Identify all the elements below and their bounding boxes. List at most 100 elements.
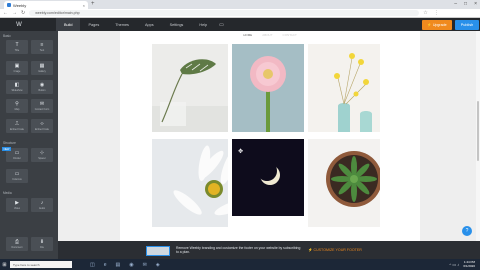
- element-label: Video: [13, 206, 21, 210]
- image-icon: ▣: [14, 62, 20, 69]
- document-icon: ⎙: [14, 238, 19, 245]
- new-tab-button[interactable]: +: [91, 1, 95, 7]
- weebly-logo-icon[interactable]: W: [12, 18, 26, 31]
- minimize-button[interactable]: –: [454, 1, 457, 7]
- succulent-image: [326, 151, 380, 207]
- file-explorer-icon[interactable]: ▤: [116, 262, 121, 268]
- columns-icon: ▭: [14, 170, 20, 177]
- canvas-scrollbar[interactable]: [476, 31, 480, 241]
- element-title[interactable]: T Title: [6, 40, 28, 54]
- menu-apps[interactable]: Apps: [137, 18, 162, 31]
- title-icon: T: [15, 41, 19, 48]
- publish-button[interactable]: Publish: [455, 19, 479, 30]
- element-slideshow[interactable]: ◧ Slideshow: [6, 80, 28, 94]
- weebly-favicon-icon: [7, 3, 11, 7]
- element-embed-code[interactable]: ‹› Embed Code: [31, 119, 53, 133]
- edge-icon[interactable]: e: [104, 262, 107, 268]
- element-label: Text: [39, 48, 45, 52]
- new-badge: NEW: [2, 147, 11, 151]
- windows-start-icon[interactable]: ⊞: [0, 259, 9, 270]
- browser-menu-icon[interactable]: ⋮: [434, 10, 439, 16]
- task-view-icon[interactable]: ◫: [90, 262, 95, 268]
- element-audio[interactable]: ♪ Audio: [31, 198, 53, 212]
- address-bar-row: ← → ↻ weebly.com/editor/main.php ☆ ⋮: [0, 9, 480, 18]
- section-media-label: Media: [3, 191, 12, 195]
- element-spacer[interactable]: ⊹ Spacer: [31, 148, 53, 162]
- section-basic-label: Basic: [3, 34, 11, 38]
- element-contact-form[interactable]: ✉ Contact Form: [31, 99, 53, 113]
- element-image[interactable]: ▣ Image: [6, 61, 28, 75]
- yellow-flowers-image: [334, 53, 372, 132]
- site-navigation: HOME ABOUT CONTACT: [200, 33, 340, 39]
- element-label: File: [40, 245, 44, 249]
- element-map[interactable]: ⚲ Map: [6, 99, 28, 113]
- element-video[interactable]: ▶ Video: [6, 198, 28, 212]
- gallery-photo-yellow-buttons[interactable]: [308, 44, 380, 132]
- svg-text:✥: ✥: [238, 148, 243, 155]
- menu-pages[interactable]: Pages: [80, 18, 107, 31]
- store-icon[interactable]: ◈: [156, 262, 160, 268]
- embed-icon: ⎍: [15, 120, 19, 127]
- device-preview-icon[interactable]: ▭: [219, 22, 224, 28]
- browser-tab[interactable]: Weebly ×: [4, 1, 88, 9]
- gallery-photo-succulent[interactable]: [308, 139, 380, 227]
- slideshow-icon: ◧: [14, 81, 20, 88]
- element-label: Divider: [13, 156, 21, 160]
- map-icon: ⚲: [15, 100, 19, 107]
- gallery-photo-crescent-moon[interactable]: ✥: [232, 139, 304, 216]
- divider-icon: ▭: [14, 149, 20, 156]
- moon-image: ✥: [232, 139, 304, 216]
- menu-help[interactable]: Help: [191, 18, 215, 31]
- audio-icon: ♪: [40, 199, 44, 206]
- element-label: Embed Code: [10, 127, 24, 131]
- element-text[interactable]: ≡ Text: [31, 40, 53, 54]
- browser-tab-strip: Weebly × + – □ ×: [0, 0, 480, 9]
- site-nav-about[interactable]: ABOUT: [262, 33, 272, 39]
- menu-build[interactable]: Build: [56, 18, 81, 31]
- gallery-photo-white-daisy[interactable]: [152, 139, 228, 227]
- gallery-photo-pink-gerbera[interactable]: [232, 44, 304, 132]
- editor-menu: Build Pages Themes Apps Settings Help: [56, 18, 215, 31]
- customize-footer-link[interactable]: ⚡ CUSTOMIZE YOUR FOOTER: [308, 248, 362, 252]
- contact-form-icon: ✉: [39, 100, 45, 107]
- tray-icons[interactable]: ^ ▭ ♪: [449, 262, 459, 267]
- tab-title: Weebly: [13, 2, 27, 8]
- close-window-button[interactable]: ×: [474, 1, 477, 7]
- scrollbar-thumb[interactable]: [477, 101, 479, 161]
- element-label: Audio: [38, 206, 46, 210]
- element-gallery[interactable]: ▦ Gallery: [31, 61, 53, 75]
- clock[interactable]: 1:44 PM 6/1/2020: [463, 260, 475, 268]
- element-file[interactable]: ⬇ File: [31, 237, 53, 251]
- site-nav-contact[interactable]: CONTACT: [283, 33, 297, 39]
- element-embed-1[interactable]: ⎍ Embed Code: [6, 119, 28, 133]
- reload-icon[interactable]: ↻: [21, 10, 25, 16]
- url-field[interactable]: weebly.com/editor/main.php: [29, 10, 420, 16]
- upgrade-button[interactable]: ⚡ Upgrade: [422, 19, 452, 30]
- element-label: Image: [13, 69, 21, 73]
- button-icon: ◉: [39, 81, 45, 88]
- element-columns[interactable]: ▭ Columns: [6, 169, 28, 183]
- chrome-icon[interactable]: ◉: [129, 262, 133, 268]
- video-icon: ▶: [15, 199, 19, 206]
- code-icon: ‹›: [40, 120, 44, 127]
- element-document[interactable]: ⎙ Document: [6, 237, 28, 251]
- monstera-leaf-image: [152, 59, 228, 132]
- tab-close-icon[interactable]: ×: [83, 3, 85, 8]
- back-icon[interactable]: ←: [3, 10, 8, 16]
- menu-themes[interactable]: Themes: [107, 18, 137, 31]
- banner-text: Remove Weebly branding and customize the…: [176, 246, 301, 255]
- bookmark-star-icon[interactable]: ☆: [423, 10, 427, 16]
- editor-topbar: W Build Pages Themes Apps Settings Help …: [0, 18, 480, 31]
- help-icon[interactable]: ?: [462, 226, 472, 236]
- taskbar-search-input[interactable]: Type here to search: [10, 261, 72, 268]
- mail-icon[interactable]: ✉: [143, 262, 147, 268]
- maximize-button[interactable]: □: [464, 1, 467, 7]
- element-button[interactable]: ◉ Button: [31, 80, 53, 94]
- forward-icon[interactable]: →: [12, 10, 17, 16]
- site-nav-home[interactable]: HOME: [243, 33, 252, 39]
- menu-settings[interactable]: Settings: [162, 18, 192, 31]
- section-structure-label: Structure: [3, 141, 16, 145]
- os-taskbar: ⊞ Type here to search ◫ e ▤ ◉ ✉ ◈ ^ ▭ ♪ …: [0, 259, 480, 270]
- gallery-photo-monstera-leaf[interactable]: [152, 44, 228, 132]
- element-label: Contact Form: [34, 107, 50, 111]
